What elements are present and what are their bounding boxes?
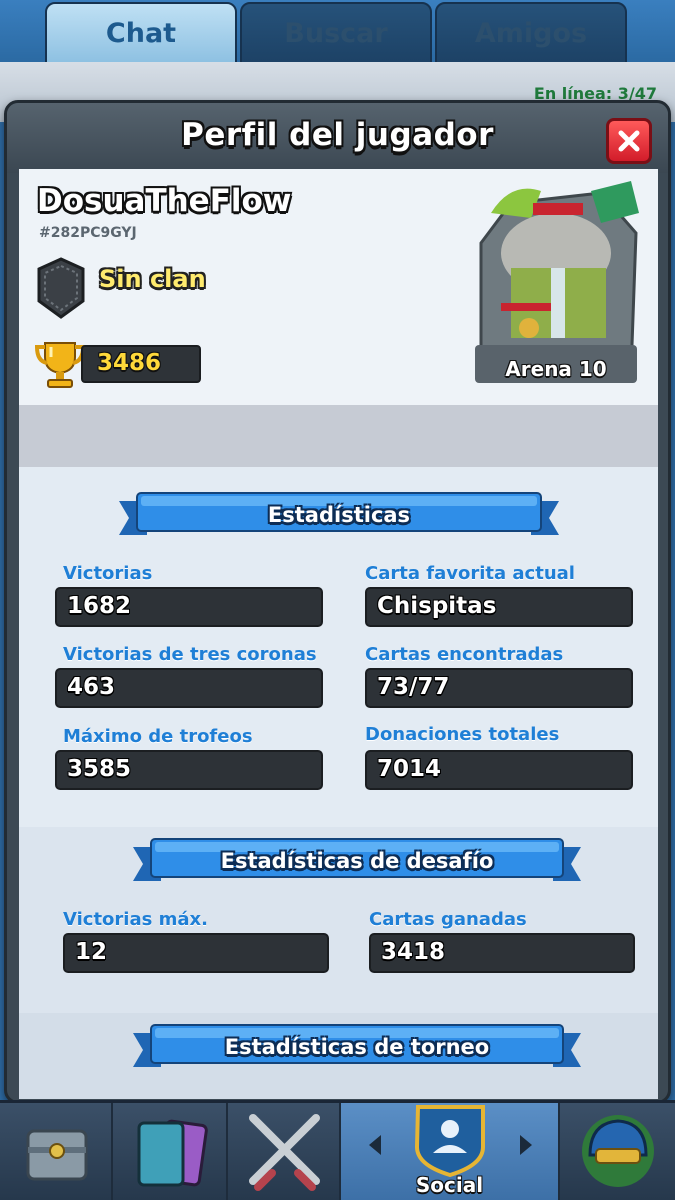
trophy-count: 3486 [97, 350, 162, 376]
stat-label-max-wins: Victorias máx. [63, 909, 208, 930]
tab-chat[interactable]: Chat [45, 2, 237, 64]
stats-ribbon: Estadísticas [119, 492, 559, 535]
arena-label: Arena 10 [505, 357, 607, 381]
stat-label-cards-found: Cartas encontradas [365, 644, 564, 665]
challenge-title: Estadísticas de desafío [220, 849, 494, 873]
top-tabs: Chat Buscar Amigos [0, 0, 675, 64]
stat-value: 12 [75, 939, 108, 965]
player-profile-modal: Perfil del jugador DosuaTheFlow #282PC9G… [4, 100, 671, 1104]
clan-badge-icon [37, 257, 85, 319]
nav-tournament[interactable] [560, 1103, 675, 1200]
stat-value: 7014 [377, 756, 442, 782]
stat-value: Chispitas [377, 593, 497, 619]
stat-max-trophies: 3585 [55, 750, 323, 790]
tab-buscar[interactable]: Buscar [240, 2, 432, 64]
player-section: DosuaTheFlow #282PC9GYJ Sin clan 3486 Ar… [19, 169, 658, 405]
stat-three-crowns: 463 [55, 668, 323, 708]
tournament-section: Estadísticas de torneo [19, 1013, 658, 1099]
stat-value: 3418 [381, 939, 446, 965]
stat-cards-found: 73/77 [365, 668, 633, 708]
nav-social[interactable]: Social [341, 1103, 560, 1200]
divider-band [19, 405, 658, 467]
close-icon [618, 130, 640, 152]
clan-name: Sin clan [99, 265, 206, 293]
challenge-ribbon: Estadísticas de desafío [133, 838, 581, 881]
stat-victorias: 1682 [55, 587, 323, 627]
stat-label-favorite-card: Carta favorita actual [365, 563, 575, 584]
nav-shop[interactable] [0, 1103, 113, 1200]
stat-max-wins: 12 [63, 933, 329, 973]
arena-image [473, 175, 639, 385]
stat-value: 463 [67, 674, 116, 700]
crossed-swords-icon [249, 1114, 320, 1191]
bottom-nav: Social [0, 1100, 675, 1200]
nav-cards[interactable] [113, 1103, 228, 1200]
tournament-helmet-icon [582, 1115, 654, 1187]
stats-section: Estadísticas Victorias 1682 Carta favori… [19, 467, 658, 827]
nav-social-label: Social [415, 1173, 484, 1197]
tournament-ribbon: Estadísticas de torneo [133, 1024, 581, 1067]
stat-label-cards-won: Cartas ganadas [369, 909, 527, 930]
shop-chest-icon [26, 1129, 88, 1181]
stat-label-max-trophies: Máximo de trofeos [63, 726, 253, 747]
challenge-section: Estadísticas de desafío Victorias máx. 1… [19, 827, 658, 1013]
modal-title: Perfil del jugador [181, 117, 494, 153]
modal-header: Perfil del jugador [7, 103, 668, 173]
stat-donations: 7014 [365, 750, 633, 790]
stat-label-donations: Donaciones totales [365, 724, 560, 745]
stat-value: 73/77 [377, 674, 450, 700]
tab-amigos[interactable]: Amigos [435, 2, 627, 64]
stats-title: Estadísticas [267, 503, 411, 527]
stat-favorite-card: Chispitas [365, 587, 633, 627]
profile-content[interactable]: DosuaTheFlow #282PC9GYJ Sin clan 3486 Ar… [19, 169, 658, 1099]
trophy-count-box: 3486 [81, 345, 201, 383]
cards-icon [137, 1119, 208, 1187]
stat-value: 1682 [67, 593, 132, 619]
stat-cards-won: 3418 [369, 933, 635, 973]
arena-card[interactable]: Arena 10 [471, 173, 641, 387]
player-tag: #282PC9GYJ [39, 225, 137, 241]
player-name: DosuaTheFlow [37, 183, 292, 219]
stat-label-victorias: Victorias [63, 563, 153, 584]
nav-battle[interactable] [228, 1103, 341, 1200]
tournament-title: Estadísticas de torneo [224, 1035, 490, 1059]
close-button[interactable] [606, 118, 652, 164]
stat-value: 3585 [67, 756, 132, 782]
trophy-icon [34, 342, 86, 388]
stat-label-three-crowns: Victorias de tres coronas [63, 644, 317, 665]
